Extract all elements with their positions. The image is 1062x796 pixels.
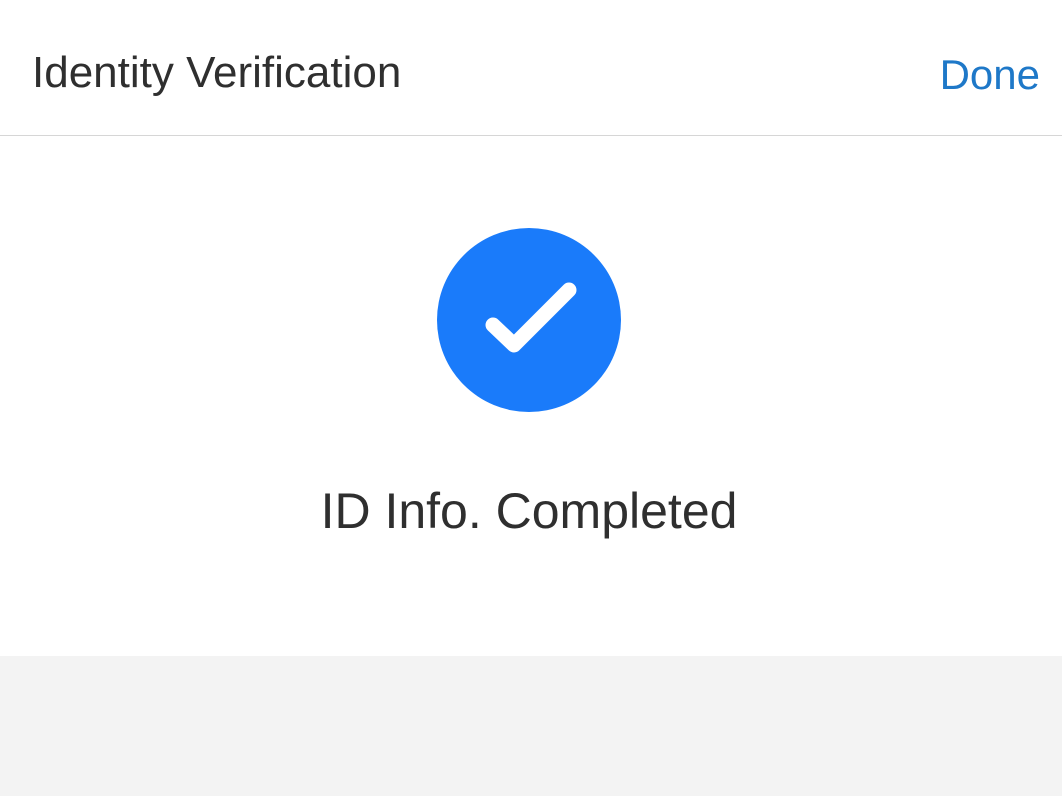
verification-result: ID Info. Completed: [0, 137, 1062, 656]
checkmark-icon: [485, 282, 577, 353]
footer-area: [0, 656, 1062, 796]
status-message: ID Info. Completed: [320, 483, 738, 539]
check-circle-icon: [437, 228, 621, 412]
top-bar: Identity Verification Done: [0, 0, 1062, 136]
done-button[interactable]: Done: [940, 48, 1040, 102]
page-title: Identity Verification: [32, 48, 402, 97]
